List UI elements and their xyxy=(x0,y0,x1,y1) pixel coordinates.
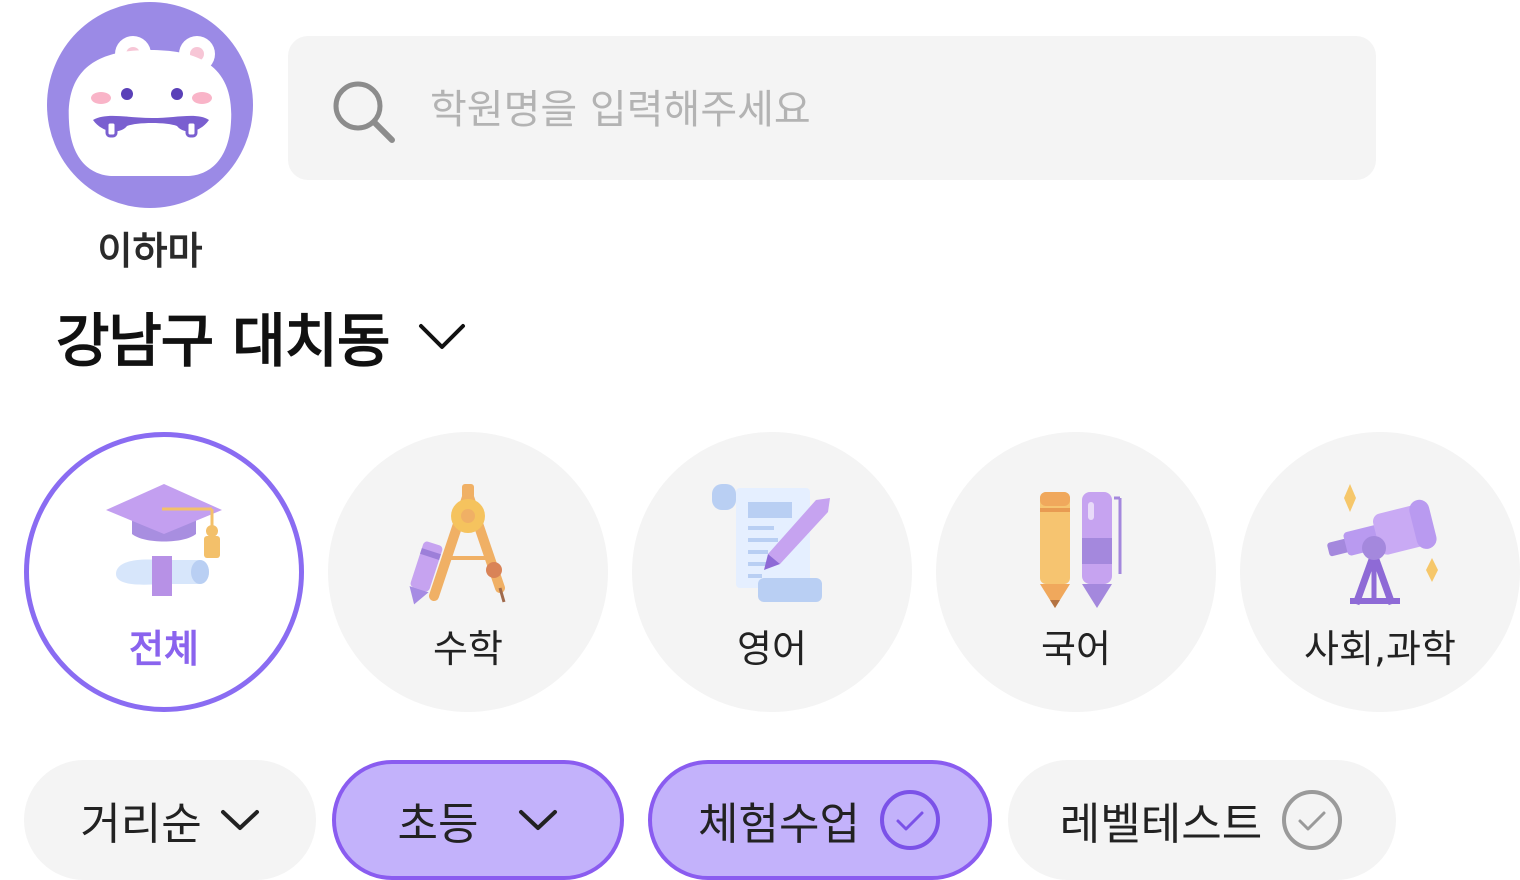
category-korean[interactable]: 국어 xyxy=(936,432,1216,712)
chip-label: 체험수업 xyxy=(698,799,860,850)
profile-avatar-button[interactable]: 이하마 xyxy=(47,2,253,273)
sort-distance-dropdown[interactable]: 거리순 xyxy=(24,760,316,880)
category-all[interactable]: 전체 xyxy=(24,432,304,712)
level-test-toggle[interactable]: 레벨테스트 xyxy=(1008,760,1396,880)
location-label: 강남구 대치동 xyxy=(56,307,390,375)
chevron-down-icon xyxy=(220,810,259,830)
category-label: 영어 xyxy=(737,627,807,671)
search-input[interactable] xyxy=(428,74,1332,146)
pencil-pen-icon xyxy=(1040,492,1122,608)
check-circle-icon xyxy=(879,790,940,850)
chip-label: 레벨테스트 xyxy=(1059,799,1263,850)
profile-name: 이하마 xyxy=(97,229,203,273)
chip-label: 거리순 xyxy=(80,799,202,850)
hippo-mascot-icon xyxy=(68,36,232,176)
category-label: 수학 xyxy=(433,627,503,671)
search-icon xyxy=(333,81,395,143)
trial-class-toggle[interactable]: 체험수업 xyxy=(648,760,992,880)
scroll-quill-icon xyxy=(712,484,830,602)
graduation-cap-icon xyxy=(106,484,222,596)
category-label: 국어 xyxy=(1041,627,1111,671)
avatar xyxy=(47,2,253,208)
check-circle-icon xyxy=(1282,790,1343,850)
category-english[interactable]: 영어 xyxy=(632,432,912,712)
chevron-down-icon xyxy=(419,324,466,349)
chip-label: 초등 xyxy=(397,799,479,850)
location-selector[interactable]: 강남구 대치동 xyxy=(56,296,467,376)
category-social-science[interactable]: 사회,과학 xyxy=(1240,432,1520,712)
category-label: 사회,과학 xyxy=(1304,627,1456,671)
compass-icon xyxy=(409,484,506,605)
chevron-down-icon xyxy=(519,810,558,830)
telescope-icon xyxy=(1327,484,1438,606)
grade-elementary-dropdown[interactable]: 초등 xyxy=(332,760,624,880)
category-label: 전체 xyxy=(129,627,199,671)
category-math[interactable]: 수학 xyxy=(328,432,608,712)
